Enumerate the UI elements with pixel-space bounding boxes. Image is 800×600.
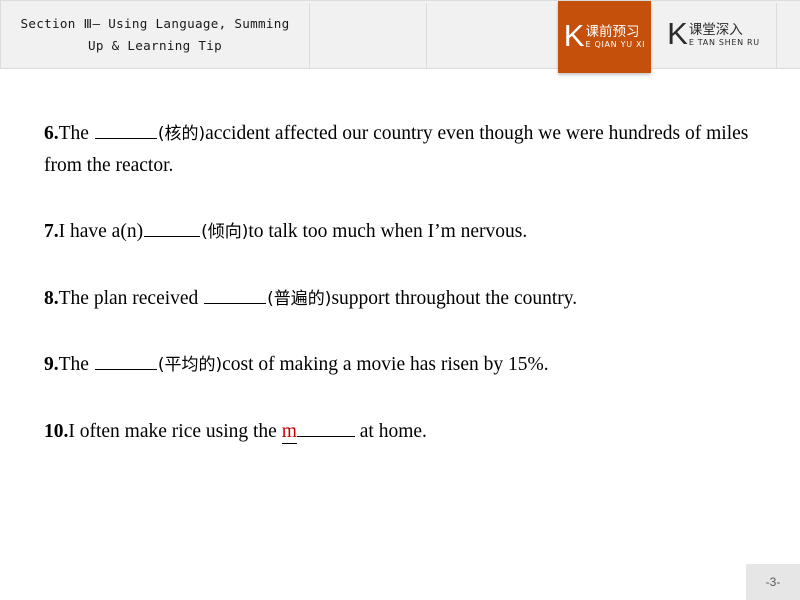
exercise-item-10: 10.I often make rice using the m at home… xyxy=(44,416,756,448)
answer-blank[interactable] xyxy=(94,120,157,139)
exercise-number: 6. xyxy=(44,123,59,144)
header-blank-cell xyxy=(310,1,426,69)
answer-blank[interactable] xyxy=(296,418,355,437)
exercise-hint: (核的) xyxy=(157,124,206,144)
answer-blank[interactable] xyxy=(94,351,157,371)
exercise-text-pre: I often make rice using the xyxy=(68,420,277,442)
header-divider-2 xyxy=(426,3,427,68)
exercise-number: 9. xyxy=(44,354,59,376)
tab-ke-tang-shen-ru-pinyin: E TAN SHEN RU xyxy=(688,38,760,48)
tab-ke-qian-yu-xi-pinyin: E QIAN YU XI xyxy=(585,39,646,49)
tab-ke-qian-yu-xi-label: 课前预习 xyxy=(585,23,640,40)
exercise-text-pre: I have a(n) xyxy=(58,221,144,243)
header-divider-3 xyxy=(776,3,777,68)
page-title: Section Ⅲ— Using Language, Summing Up & … xyxy=(20,15,290,53)
exercise-text-pre: The plan received xyxy=(58,287,199,309)
exercise-text-post: support throughout the country. xyxy=(331,287,578,309)
tab-ke-qian-yu-xi-inner: K 课前预习 E QIAN YU XI xyxy=(563,17,645,53)
tab-ke-tang-shen-ru-texts: 课堂深入 E TAN SHEN RU xyxy=(689,21,760,48)
section-title-cell: Section Ⅲ— Using Language, Summing Up & … xyxy=(1,1,309,69)
exercise-hint: (普遍的) xyxy=(267,288,332,309)
page-number: -3- xyxy=(746,564,800,600)
tab-ke-tang-shen-ru-initial: K xyxy=(667,16,688,52)
exercise-hint: (平均的) xyxy=(157,355,223,376)
tab-ke-tang-shen-ru-label: 课堂深入 xyxy=(688,22,743,39)
answer-seed-letter: m xyxy=(281,420,297,444)
exercise-item-8: 8.The plan received (普遍的)support through… xyxy=(44,283,756,315)
exercise-text-post: to talk too much when I’m nervous. xyxy=(248,221,528,243)
exercise-item-6: 6.The (核的)accident affected our country … xyxy=(44,118,756,181)
exercise-text-post: at home. xyxy=(359,420,427,442)
exercise-hint: (倾向) xyxy=(201,222,249,243)
tab-ke-qian-yu-xi-texts: 课前预习 E QIAN YU XI xyxy=(585,23,645,50)
tab-ke-qian-yu-xi[interactable]: K 课前预习 E QIAN YU XI xyxy=(558,1,651,73)
answer-blank[interactable] xyxy=(204,285,267,304)
exercise-list: 6.The (核的)accident affected our country … xyxy=(44,118,756,447)
tab-ke-tang-shen-ru-inner: K 课堂深入 E TAN SHEN RU xyxy=(667,16,760,52)
exercise-item-9: 9.The (平均的)cost of making a movie has ri… xyxy=(44,349,756,381)
exercise-text-post: cost of making a movie has risen by 15%. xyxy=(222,354,549,376)
exercise-number: 10. xyxy=(44,420,69,442)
exercise-number: 7. xyxy=(44,221,59,243)
exercise-number: 8. xyxy=(44,287,59,309)
tab-ke-qian-yu-xi-initial: K xyxy=(563,17,585,53)
exercise-text-pre: The xyxy=(58,354,89,376)
header-bar: Section Ⅲ— Using Language, Summing Up & … xyxy=(0,0,800,73)
exercise-text-pre: The xyxy=(58,123,89,144)
exercise-item-7: 7.I have a(n) (倾向)to talk too much when I… xyxy=(44,216,756,248)
tab-ke-tang-shen-ru[interactable]: K 课堂深入 E TAN SHEN RU xyxy=(651,1,776,70)
answer-blank[interactable] xyxy=(144,218,201,238)
